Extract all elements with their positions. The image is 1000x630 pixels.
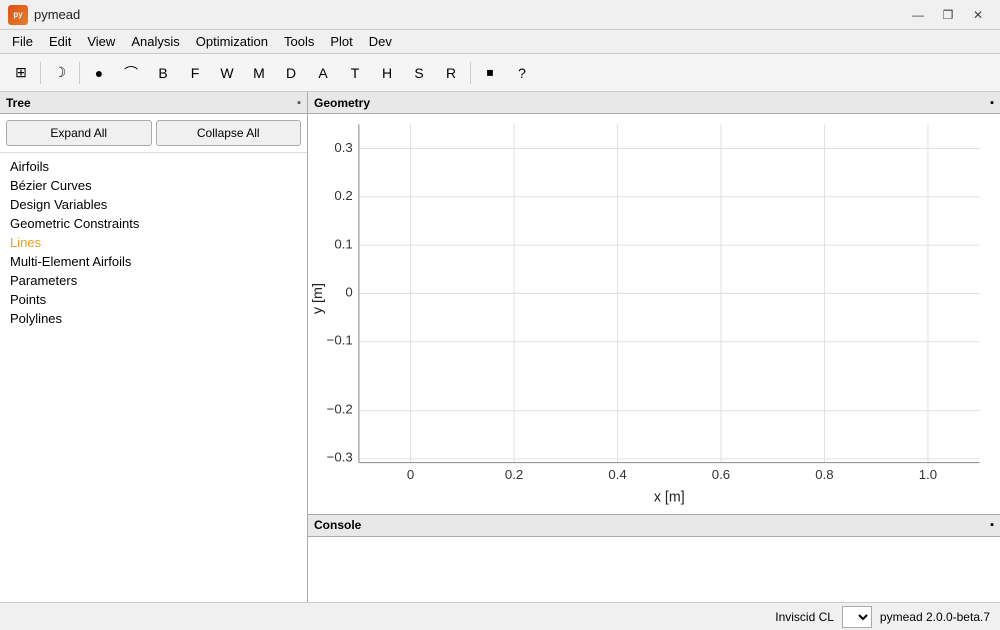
- tree-item[interactable]: Parameters: [6, 271, 301, 290]
- svg-text:−0.2: −0.2: [327, 401, 353, 416]
- tree-header-label: Tree: [6, 96, 31, 110]
- svg-text:0.2: 0.2: [334, 188, 352, 203]
- svg-text:0.3: 0.3: [334, 140, 352, 155]
- svg-text:0: 0: [407, 467, 414, 482]
- menu-item-optimization[interactable]: Optimization: [188, 32, 276, 51]
- tree-item[interactable]: Bézier Curves: [6, 176, 301, 195]
- d-tool-icon[interactable]: D: [276, 58, 306, 88]
- svg-text:0.2: 0.2: [505, 467, 523, 482]
- menu-item-dev[interactable]: Dev: [361, 32, 400, 51]
- geometry-header-label: Geometry: [314, 96, 370, 110]
- tree-item[interactable]: Design Variables: [6, 195, 301, 214]
- a-tool-icon[interactable]: A: [308, 58, 338, 88]
- bezier-icon[interactable]: B: [148, 58, 178, 88]
- plot-svg: 0.3 0.2 0.1 0 −0.1 −0.2 −0.3 0 0.2 0.4 0…: [308, 114, 1000, 514]
- console-panel: Console ▪: [308, 515, 1000, 602]
- tree-item[interactable]: Multi-Element Airfoils: [6, 252, 301, 271]
- console-header: Console ▪: [308, 515, 1000, 537]
- toolbar: ⊞ ☽ ●⌒BFWMDATHSR ⏹?: [0, 54, 1000, 92]
- s-tool-icon[interactable]: S: [404, 58, 434, 88]
- tree-item[interactable]: Points: [6, 290, 301, 309]
- version-text: pymead 2.0.0-beta.7: [880, 610, 990, 624]
- svg-text:0.4: 0.4: [608, 467, 626, 482]
- main-content: Tree ▪ Expand All Collapse All AirfoilsB…: [0, 92, 1000, 602]
- inviscid-cl-label: Inviscid CL: [775, 610, 834, 624]
- svg-text:y [m]: y [m]: [310, 283, 326, 314]
- expand-all-button[interactable]: Expand All: [6, 120, 152, 146]
- freehand-icon[interactable]: F: [180, 58, 210, 88]
- tree-item[interactable]: Lines: [6, 233, 301, 252]
- dot-icon[interactable]: ●: [84, 58, 114, 88]
- svg-text:0: 0: [345, 284, 352, 299]
- geometry-panel: Geometry ▪: [308, 92, 1000, 515]
- console-header-label: Console: [314, 518, 361, 532]
- menu-item-analysis[interactable]: Analysis: [123, 32, 187, 51]
- tree-item[interactable]: Airfoils: [6, 157, 301, 176]
- geometry-canvas[interactable]: 0.3 0.2 0.1 0 −0.1 −0.2 −0.3 0 0.2 0.4 0…: [308, 114, 1000, 514]
- console-body: [308, 537, 1000, 602]
- moon-icon[interactable]: ☽: [45, 58, 75, 88]
- tree-buttons: Expand All Collapse All: [0, 114, 307, 153]
- tree-panel: Tree ▪ Expand All Collapse All AirfoilsB…: [0, 92, 308, 602]
- inviscid-cl-select[interactable]: [842, 606, 872, 628]
- right-panel: Geometry ▪: [308, 92, 1000, 602]
- app-icon: py: [8, 5, 28, 25]
- wave-icon[interactable]: W: [212, 58, 242, 88]
- title-text: pymead: [34, 7, 80, 22]
- svg-text:0.6: 0.6: [712, 467, 730, 482]
- titlebar: py pymead — ❐ ✕: [0, 0, 1000, 30]
- menu-item-plot[interactable]: Plot: [322, 32, 360, 51]
- titlebar-left: py pymead: [8, 5, 80, 25]
- statusbar: Inviscid CL pymead 2.0.0-beta.7: [0, 602, 1000, 630]
- menu-item-view[interactable]: View: [79, 32, 123, 51]
- toolbar-separator: [40, 62, 41, 84]
- collapse-all-button[interactable]: Collapse All: [156, 120, 302, 146]
- console-collapse-icon[interactable]: ▪: [990, 519, 994, 531]
- svg-text:0.1: 0.1: [334, 236, 352, 251]
- curve1-icon[interactable]: ⌒: [116, 58, 146, 88]
- menu-item-tools[interactable]: Tools: [276, 32, 322, 51]
- grid-icon[interactable]: ⊞: [6, 58, 36, 88]
- svg-text:0.8: 0.8: [815, 467, 833, 482]
- menubar: FileEditViewAnalysisOptimizationToolsPlo…: [0, 30, 1000, 54]
- menu-item-edit[interactable]: Edit: [41, 32, 79, 51]
- tree-item[interactable]: Geometric Constraints: [6, 214, 301, 233]
- stop-icon[interactable]: ⏹: [475, 58, 505, 88]
- tree-items: AirfoilsBézier CurvesDesign VariablesGeo…: [0, 153, 307, 602]
- restore-button[interactable]: ❐: [934, 4, 962, 26]
- svg-text:−0.3: −0.3: [327, 450, 353, 465]
- tree-collapse-icon[interactable]: ▪: [297, 97, 301, 109]
- tree-item[interactable]: Polylines: [6, 309, 301, 328]
- geometry-collapse-icon[interactable]: ▪: [990, 97, 994, 109]
- svg-text:x [m]: x [m]: [654, 490, 685, 506]
- t-tool-icon[interactable]: T: [340, 58, 370, 88]
- r-tool-icon[interactable]: R: [436, 58, 466, 88]
- h-tool-icon[interactable]: H: [372, 58, 402, 88]
- minimize-button[interactable]: —: [904, 4, 932, 26]
- m-tool-icon[interactable]: M: [244, 58, 274, 88]
- svg-text:−0.1: −0.1: [327, 333, 353, 348]
- geometry-header: Geometry ▪: [308, 92, 1000, 114]
- help-icon[interactable]: ?: [507, 58, 537, 88]
- toolbar-separator: [79, 62, 80, 84]
- tree-header: Tree ▪: [0, 92, 307, 114]
- toolbar-separator: [470, 62, 471, 84]
- svg-text:1.0: 1.0: [919, 467, 937, 482]
- menu-item-file[interactable]: File: [4, 32, 41, 51]
- window-controls: — ❐ ✕: [904, 4, 992, 26]
- close-button[interactable]: ✕: [964, 4, 992, 26]
